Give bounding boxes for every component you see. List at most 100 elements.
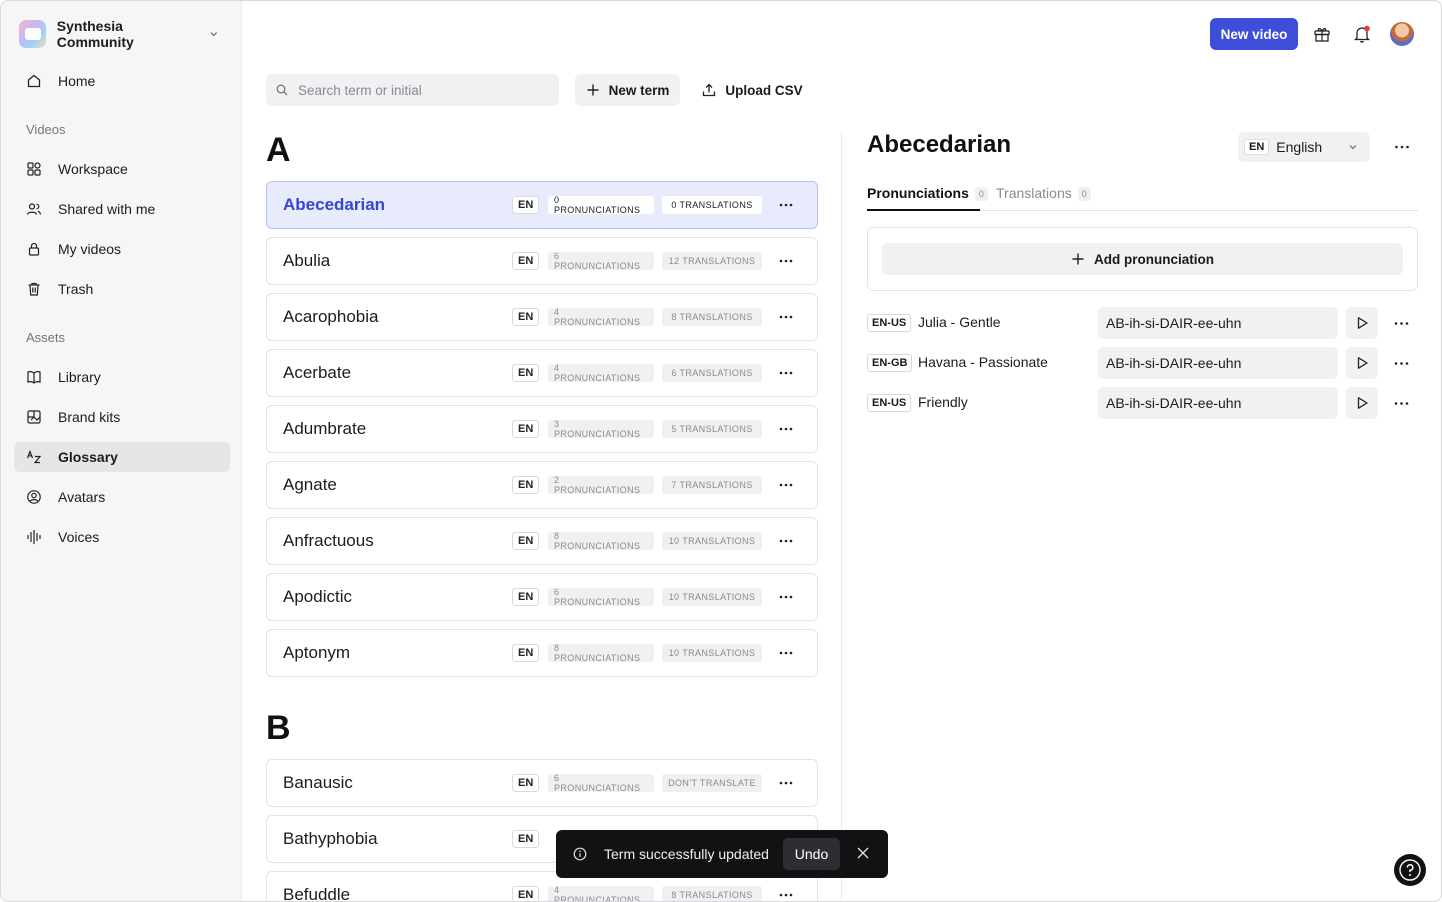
term-row[interactable]: Abecedarian EN 0 PRONUNCIATIONS 0 TRANSLATI… — [266, 181, 818, 229]
phonetic-field[interactable]: AB-ih-si-DAIR-ee-uhn — [1098, 307, 1338, 339]
term-name: Apodictic — [283, 587, 352, 606]
more-options-icon[interactable] — [778, 645, 794, 661]
app-window: Synthesia Community Home Videos Workspac… — [0, 0, 1442, 902]
undo-button[interactable]: Undo — [783, 838, 840, 870]
bell-icon[interactable] — [1352, 24, 1372, 44]
more-options-icon[interactable] — [778, 365, 794, 381]
translation-count-badge: 5 TRANSLATIONS — [662, 420, 762, 438]
nav-glossary[interactable]: Glossary — [14, 442, 230, 472]
search-box[interactable] — [266, 74, 559, 106]
workspace-switcher[interactable]: Synthesia Community — [19, 18, 219, 50]
term-row[interactable]: Anfractuous EN 8 PRONUNCIATIONS 10 TRANSLAT… — [266, 517, 818, 565]
term-language-badge: EN — [512, 532, 540, 550]
add-pronunciation-button[interactable]: Add pronunciation — [882, 243, 1403, 275]
more-options-icon[interactable] — [778, 197, 794, 213]
tab-pronunciations-label: Pronunciations — [867, 185, 969, 201]
waveform-icon — [27, 529, 41, 545]
more-options-icon[interactable] — [778, 477, 794, 493]
more-options-icon[interactable] — [778, 421, 794, 437]
nav-section-videos: Videos — [26, 122, 66, 137]
close-icon[interactable] — [856, 846, 870, 860]
tab-pronunciations-count: 0 — [974, 187, 988, 201]
upload-csv-button[interactable]: Upload CSV — [696, 74, 808, 106]
more-options-icon[interactable] — [1393, 138, 1411, 156]
term-row[interactable]: Abulia EN 6 PRONUNCIATIONS 12 TRANSLATIONS — [266, 237, 818, 285]
term-language-badge: EN — [512, 886, 540, 901]
new-term-button[interactable]: New term — [575, 74, 680, 106]
nav-avatars[interactable]: Avatars — [14, 482, 230, 512]
new-video-button[interactable]: New video — [1210, 18, 1298, 50]
term-name: Banausic — [283, 773, 353, 792]
tab-translations[interactable]: Translations 0 — [996, 185, 1091, 211]
translation-count-badge: 10 TRANSLATIONS — [662, 588, 762, 606]
brand-kit-icon — [27, 410, 41, 424]
book-icon — [27, 371, 41, 384]
nav-brand-kits[interactable]: Brand kits — [14, 402, 230, 432]
upload-icon — [703, 83, 716, 97]
term-name: Aptonym — [283, 643, 351, 662]
term-row[interactable]: Aptonym EN 8 PRONUNCIATIONS 10 TRANSLATIONS — [266, 629, 818, 677]
nav-home-label: Home — [58, 73, 96, 89]
nav-trash[interactable]: Trash — [14, 274, 230, 304]
glossary-az-icon — [26, 449, 42, 464]
more-options-icon[interactable] — [778, 309, 794, 325]
play-button[interactable] — [1346, 307, 1378, 339]
nav-brand-kits-label: Brand kits — [58, 409, 121, 425]
more-options-icon[interactable] — [778, 533, 794, 549]
translation-count-badge: 10 TRANSLATIONS — [662, 532, 762, 550]
trash-icon — [28, 282, 40, 296]
nav-library[interactable]: Library — [14, 362, 230, 392]
toast-message: Term successfully updated — [604, 846, 769, 862]
more-options-icon[interactable] — [778, 253, 794, 269]
more-options-icon[interactable] — [778, 775, 794, 791]
language-select[interactable]: EN English — [1238, 132, 1370, 162]
play-button[interactable] — [1346, 347, 1378, 379]
home-icon — [27, 74, 41, 88]
more-options-icon[interactable] — [778, 589, 794, 605]
phonetic-field[interactable]: AB-ih-si-DAIR-ee-uhn — [1098, 347, 1338, 379]
nav-my-videos[interactable]: My videos — [14, 234, 230, 264]
upload-csv-label: Upload CSV — [725, 82, 803, 98]
workspace-name: Synthesia Community — [56, 18, 134, 50]
user-avatar[interactable] — [1390, 22, 1414, 46]
term-row[interactable]: Agnate EN 2 PRONUNCIATIONS 7 TRANSLATIONS — [266, 461, 818, 509]
play-button[interactable] — [1346, 387, 1378, 419]
phonetic-field[interactable]: AB-ih-si-DAIR-ee-uhn — [1098, 387, 1338, 419]
help-button[interactable] — [1394, 854, 1426, 886]
nav-trash-label: Trash — [58, 281, 94, 297]
nav-voices[interactable]: Voices — [14, 522, 230, 552]
more-options-icon[interactable] — [1393, 355, 1410, 372]
term-name: Bathyphobia — [283, 829, 378, 848]
pronunciation-row: EN-US Julia - Gentle AB-ih-si-DAIR-ee-uhn — [867, 307, 1418, 339]
term-row[interactable]: Acerbate EN 4 PRONUNCIATIONS 6 TRANSLATIONS — [266, 349, 818, 397]
pronunciation-count-badge: 4 PRONUNCIATIONS — [548, 885, 654, 901]
pronunciation-count-badge: 4 PRONUNCIATIONS — [548, 307, 654, 327]
plus-icon — [587, 84, 599, 96]
term-title: Abecedarian — [867, 131, 1012, 158]
term-row[interactable]: Acarophobia EN 4 PRONUNCIATIONS 8 TRANSLATI… — [266, 293, 818, 341]
pronunciation-count-badge: 0 PRONUNCIATIONS — [548, 195, 654, 215]
term-row[interactable]: Apodictic EN 6 PRONUNCIATIONS 10 TRANSLATIO… — [266, 573, 818, 621]
more-options-icon[interactable] — [1393, 395, 1410, 412]
more-options-icon[interactable] — [778, 887, 794, 901]
nav-workspace[interactable]: Workspace — [14, 154, 230, 184]
term-language-badge: EN — [512, 476, 540, 494]
nav-shared[interactable]: Shared with me — [14, 194, 230, 224]
nav-home[interactable]: Home — [14, 66, 230, 96]
tab-pronunciations[interactable]: Pronunciations 0 — [867, 185, 988, 211]
nav-workspace-label: Workspace — [58, 161, 128, 177]
play-icon — [1357, 397, 1368, 409]
language-name: English — [1276, 139, 1323, 155]
more-options-icon[interactable] — [1393, 315, 1410, 332]
sidebar: Synthesia Community Home Videos Workspac… — [1, 1, 242, 901]
term-row[interactable]: Banausic EN 6 PRONUNCIATIONS DON'T TRANSLAT… — [266, 759, 818, 807]
grid-icon — [27, 162, 41, 176]
tab-translations-label: Translations — [996, 185, 1072, 201]
search-input[interactable] — [298, 82, 538, 98]
term-row[interactable]: Adumbrate EN 3 PRONUNCIATIONS 5 TRANSLATION… — [266, 405, 818, 453]
voice-name: Friendly — [918, 394, 968, 410]
translation-count-badge: 10 TRANSLATIONS — [662, 644, 762, 662]
help-icon — [1399, 859, 1421, 881]
translation-count-badge: DON'T TRANSLATE — [662, 774, 762, 792]
gift-icon[interactable] — [1312, 24, 1332, 44]
